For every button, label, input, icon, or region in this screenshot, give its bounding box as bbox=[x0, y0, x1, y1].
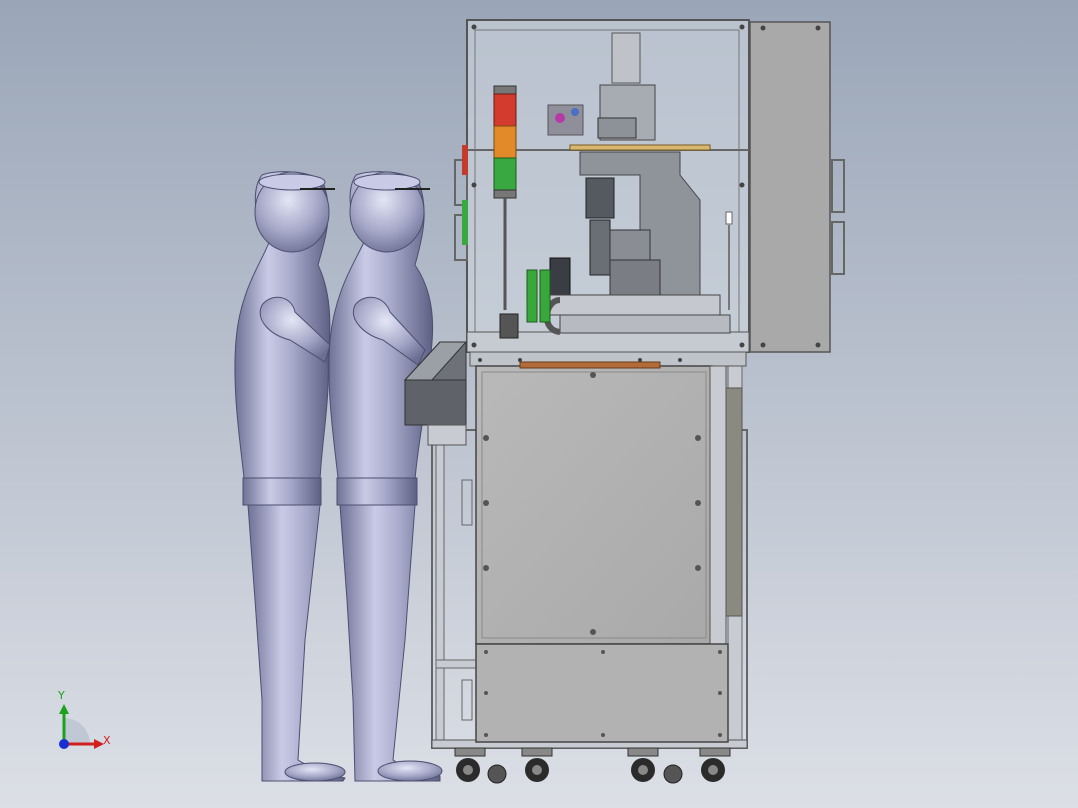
x-axis-label: X bbox=[103, 734, 111, 747]
base-drawer-panel[interactable] bbox=[475, 643, 729, 743]
lower-cabinet[interactable] bbox=[475, 361, 743, 645]
cad-viewport[interactable]: Y X bbox=[0, 0, 1078, 808]
assembly-view[interactable]: Y X bbox=[0, 0, 1078, 808]
y-axis-label: Y bbox=[57, 689, 65, 702]
z-axis-dot bbox=[59, 739, 69, 749]
